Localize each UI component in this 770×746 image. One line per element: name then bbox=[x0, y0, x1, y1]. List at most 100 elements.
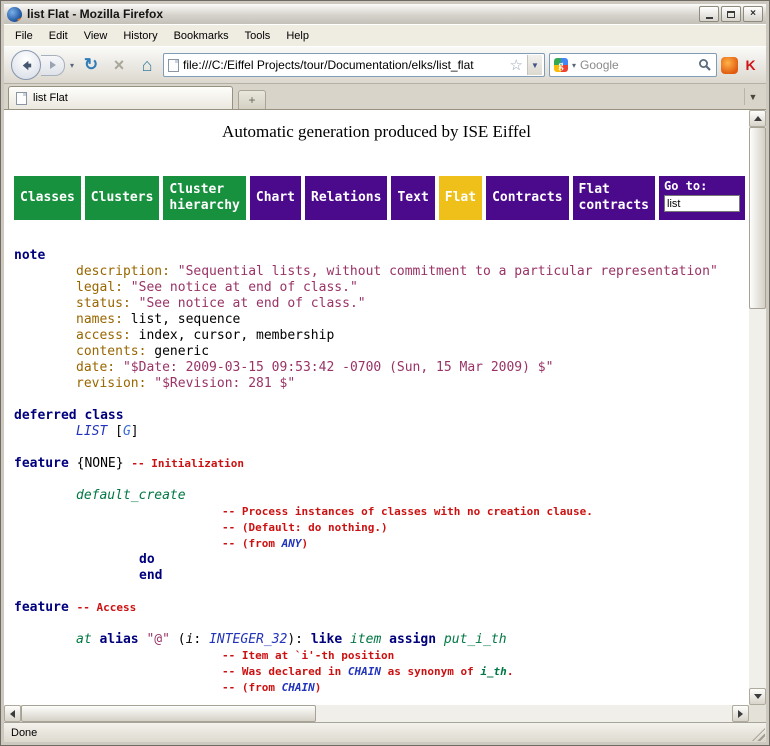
nav-button-chart[interactable]: Chart bbox=[250, 176, 301, 220]
code-line: -- (from ANY) bbox=[14, 536, 749, 552]
search-engine-dropdown-icon[interactable]: ▾ bbox=[571, 61, 577, 70]
code-line: feature -- Access bbox=[14, 600, 749, 616]
browser-content: Automatic generation produced by ISE Eif… bbox=[4, 110, 766, 722]
plus-icon: + bbox=[248, 93, 255, 107]
minimize-button[interactable] bbox=[699, 6, 719, 22]
status-text: Done bbox=[11, 727, 37, 739]
page-title: Automatic generation produced by ISE Eif… bbox=[4, 122, 749, 142]
resize-grip[interactable] bbox=[752, 728, 765, 741]
code-line: status: "See notice at end of class." bbox=[14, 296, 749, 312]
history-dropdown-icon[interactable]: ▾ bbox=[69, 61, 75, 70]
google-icon[interactable]: g bbox=[554, 58, 568, 72]
reload-icon[interactable]: ↻ bbox=[79, 53, 103, 77]
scroll-up-button[interactable] bbox=[749, 110, 766, 127]
nav-button-contracts[interactable]: Contracts bbox=[486, 176, 568, 220]
maximize-button[interactable] bbox=[721, 6, 741, 22]
code-line: legal: "See notice at end of class." bbox=[14, 280, 749, 296]
list-all-tabs-button[interactable]: ▼ bbox=[744, 88, 761, 105]
addon-icon-1[interactable] bbox=[721, 57, 738, 74]
page-view: Automatic generation produced by ISE Eif… bbox=[4, 110, 749, 705]
code-line: description: "Sequential lists, without … bbox=[14, 264, 749, 280]
code-line: -- (from CHAIN) bbox=[14, 680, 749, 696]
code-line: deferred class bbox=[14, 408, 749, 424]
site-favicon bbox=[168, 59, 179, 72]
maximize-icon bbox=[727, 11, 735, 18]
close-button[interactable]: × bbox=[743, 6, 763, 22]
magnifier-icon[interactable] bbox=[698, 58, 712, 72]
url-dropdown-button[interactable]: ▼ bbox=[527, 55, 542, 75]
code-line: do bbox=[14, 552, 749, 568]
doc-nav-buttons: Classes Clusters Cluster hierarchy Chart… bbox=[14, 176, 749, 220]
code-line bbox=[14, 392, 749, 408]
scroll-down-button[interactable] bbox=[749, 688, 766, 705]
goto-box: Go to: bbox=[659, 176, 745, 220]
vertical-scrollbar[interactable] bbox=[749, 110, 766, 705]
window-title: list Flat - Mozilla Firefox bbox=[27, 7, 694, 21]
down-arrow-icon bbox=[754, 694, 762, 699]
code-line: contents: generic bbox=[14, 344, 749, 360]
nav-button-relations[interactable]: Relations bbox=[305, 176, 387, 220]
firefox-icon bbox=[7, 7, 22, 22]
forward-arrow-icon bbox=[47, 59, 59, 71]
tab-label: list Flat bbox=[33, 92, 68, 104]
stop-icon[interactable]: × bbox=[107, 53, 131, 77]
code-line bbox=[14, 472, 749, 488]
menu-bar: File Edit View History Bookmarks Tools H… bbox=[4, 24, 766, 46]
code-line: end bbox=[14, 568, 749, 584]
code-line: LIST [G] bbox=[14, 424, 749, 440]
code-line bbox=[14, 584, 749, 600]
vertical-scroll-thumb[interactable] bbox=[749, 127, 766, 309]
bookmark-star-icon[interactable]: ☆ bbox=[510, 58, 523, 73]
right-arrow-icon bbox=[738, 710, 743, 718]
back-button[interactable] bbox=[11, 50, 41, 80]
menu-history[interactable]: History bbox=[115, 27, 165, 45]
nav-button-text[interactable]: Text bbox=[391, 176, 434, 220]
horizontal-scrollbar[interactable] bbox=[4, 705, 749, 722]
code-line: note bbox=[14, 248, 749, 264]
horizontal-scroll-thumb[interactable] bbox=[21, 705, 316, 722]
scroll-right-button[interactable] bbox=[732, 705, 749, 722]
addon-icon-2[interactable]: K bbox=[742, 57, 759, 74]
code-line: feature {NONE} -- Initialization bbox=[14, 456, 749, 472]
code-line bbox=[14, 440, 749, 456]
menu-tools[interactable]: Tools bbox=[237, 27, 279, 45]
code-line bbox=[14, 616, 749, 632]
navigation-toolbar: ▾ ↻ × ⌂ file:///C:/Eiffel Projects/tour/… bbox=[4, 46, 766, 84]
nav-button-flat-contracts[interactable]: Flat contracts bbox=[573, 176, 655, 220]
goto-input[interactable] bbox=[664, 195, 740, 212]
nav-button-cluster-hierarchy[interactable]: Cluster hierarchy bbox=[163, 176, 245, 220]
scroll-left-button[interactable] bbox=[4, 705, 21, 722]
menu-help[interactable]: Help bbox=[278, 27, 317, 45]
code-line: date: "$Date: 2009-03-15 09:53:42 -0700 … bbox=[14, 360, 749, 376]
nav-button-clusters[interactable]: Clusters bbox=[85, 176, 160, 220]
back-arrow-icon bbox=[19, 58, 34, 73]
scrollbar-corner bbox=[749, 705, 766, 722]
code-line: names: list, sequence bbox=[14, 312, 749, 328]
tab-bar: list Flat + ▼ bbox=[4, 84, 766, 110]
titlebar[interactable]: list Flat - Mozilla Firefox × bbox=[4, 4, 766, 24]
nav-button-flat[interactable]: Flat bbox=[439, 176, 482, 220]
menu-edit[interactable]: Edit bbox=[41, 27, 76, 45]
menu-view[interactable]: View bbox=[76, 27, 116, 45]
up-arrow-icon bbox=[754, 116, 762, 121]
left-arrow-icon bbox=[10, 710, 15, 718]
menu-bookmarks[interactable]: Bookmarks bbox=[166, 27, 237, 45]
url-text[interactable]: file:///C:/Eiffel Projects/tour/Document… bbox=[183, 58, 506, 72]
tab-list-flat[interactable]: list Flat bbox=[8, 86, 233, 109]
url-bar[interactable]: file:///C:/Eiffel Projects/tour/Document… bbox=[163, 53, 545, 77]
search-bar[interactable]: g ▾ bbox=[549, 53, 717, 77]
code-line: revision: "$Revision: 281 $" bbox=[14, 376, 749, 392]
new-tab-button[interactable]: + bbox=[238, 90, 266, 109]
home-icon[interactable]: ⌂ bbox=[135, 53, 159, 77]
goto-label: Go to: bbox=[664, 179, 740, 193]
forward-button[interactable] bbox=[41, 55, 65, 76]
nav-button-classes[interactable]: Classes bbox=[14, 176, 81, 220]
status-bar: Done bbox=[4, 722, 766, 742]
code-line: default_create bbox=[14, 488, 749, 504]
code-line: at alias "@" (i: INTEGER_32): like item … bbox=[14, 632, 749, 648]
firefox-window: list Flat - Mozilla Firefox × File Edit … bbox=[0, 0, 770, 746]
minimize-icon bbox=[706, 17, 713, 19]
search-input[interactable] bbox=[580, 58, 695, 72]
window-controls: × bbox=[699, 6, 763, 22]
menu-file[interactable]: File bbox=[7, 27, 41, 45]
